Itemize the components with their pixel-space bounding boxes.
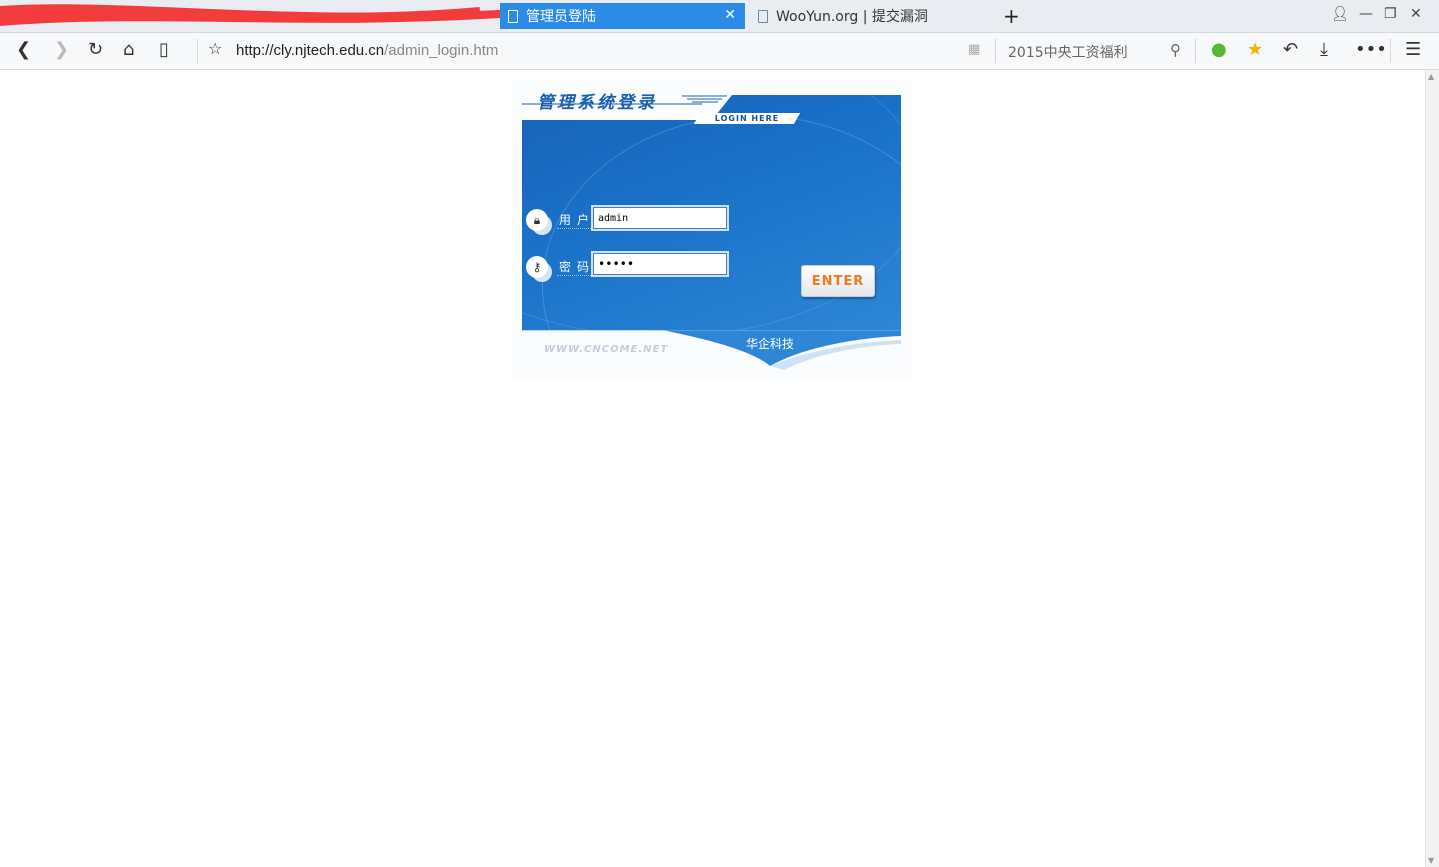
tab-admin-login[interactable]: 管理员登陆 ✕ — [500, 3, 745, 29]
divider — [557, 228, 593, 229]
username-label: 用户 — [559, 213, 596, 227]
divider — [1390, 39, 1391, 63]
username-input[interactable] — [591, 205, 729, 231]
divider — [1195, 39, 1196, 63]
redaction-scribble — [0, 4, 500, 27]
bookmark-star-icon[interactable]: ☆ — [208, 39, 222, 58]
vertical-scrollbar[interactable]: ▲ ▼ — [1425, 70, 1439, 867]
login-here-badge: LOGIN HERE — [693, 113, 801, 124]
tab-title: WooYun.org | 提交漏洞 — [776, 9, 928, 25]
user-icon[interactable]: 👤︎ — [1331, 6, 1349, 22]
divider — [197, 39, 198, 63]
search-box[interactable]: 2015中央工资福利 — [1008, 42, 1128, 62]
tab-bar: 管理员登陆 ✕ WooYun.org | 提交漏洞 + 👤︎ — ❐ ✕ — [0, 0, 1439, 33]
download-icon[interactable]: ⤓ — [1320, 39, 1328, 60]
lock-icon: 🔒︎ — [526, 209, 548, 231]
page-icon — [508, 9, 518, 23]
close-window-button[interactable]: ✕ — [1410, 6, 1422, 22]
back-icon[interactable]: ❮ — [16, 39, 31, 60]
site-watermark: WWW.CNCOME.NET — [544, 344, 669, 355]
scroll-down-icon[interactable]: ▼ — [1428, 856, 1434, 865]
password-input[interactable] — [591, 251, 729, 277]
qr-code-icon[interactable]: ▦ — [968, 42, 980, 57]
enter-button[interactable]: ENTER — [801, 265, 875, 297]
login-panel: 管理系统登录 LOGIN HERE 🔒︎ 用户 ⚷ 密码 ENTER WWW.C… — [511, 80, 911, 382]
close-tab-icon[interactable]: ✕ — [724, 7, 736, 23]
reader-icon[interactable]: ▯ — [159, 39, 169, 60]
password-label: 密码 — [559, 260, 596, 274]
home-icon[interactable]: ⌂ — [123, 39, 134, 60]
minimize-button[interactable]: — — [1359, 6, 1373, 22]
url-host: http://cly.njtech.edu.cn — [236, 42, 385, 59]
restore-button[interactable]: ❐ — [1384, 6, 1397, 22]
favorites-star-icon[interactable]: ★ — [1247, 39, 1263, 60]
page-icon — [758, 9, 768, 23]
login-title: 管理系统登录 — [537, 93, 657, 113]
tab-title: 管理员登陆 — [526, 9, 596, 25]
forward-icon[interactable]: ❯ — [54, 39, 69, 60]
key-icon: ⚷ — [526, 256, 548, 278]
reload-icon[interactable]: ↻ — [88, 39, 103, 60]
nav-toolbar: ❮ ❯ ↻ ⌂ ▯ ☆ http://cly.njtech.edu.cn/adm… — [0, 33, 1439, 70]
company-name: 华企科技 — [746, 337, 795, 351]
more-icon[interactable]: ••• — [1355, 39, 1387, 60]
search-icon[interactable]: ⚲ — [1170, 41, 1181, 59]
address-bar[interactable]: http://cly.njtech.edu.cn/admin_login.htm — [236, 42, 498, 59]
menu-icon[interactable]: ☰ — [1405, 39, 1421, 60]
divider — [557, 275, 593, 276]
scroll-up-icon[interactable]: ▲ — [1428, 72, 1434, 81]
divider — [995, 39, 996, 63]
url-path: /admin_login.htm — [384, 42, 499, 59]
wechat-icon[interactable]: ● — [1211, 39, 1227, 60]
tab-wooyun[interactable]: WooYun.org | 提交漏洞 — [752, 3, 992, 29]
new-tab-button[interactable]: + — [1003, 4, 1020, 28]
undo-close-icon[interactable]: ↶ — [1283, 39, 1298, 60]
